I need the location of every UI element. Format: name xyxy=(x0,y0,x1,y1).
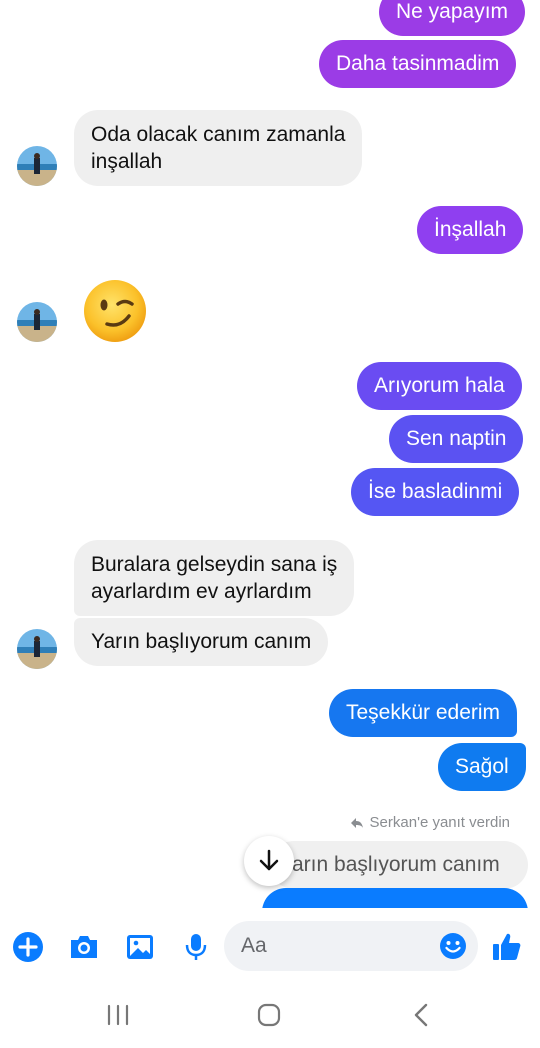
plus-icon[interactable] xyxy=(11,930,45,964)
reply-note-text: Serkan'e yanıt verdin xyxy=(369,814,510,831)
like-icon[interactable] xyxy=(490,930,524,964)
emoji-icon[interactable] xyxy=(439,932,467,960)
message-bubble-out[interactable]: Arıyorum hala xyxy=(357,362,522,410)
chat-thread[interactable]: Ne yapayım Daha tasinmadim Oda olacak ca… xyxy=(0,0,540,908)
message-bubble-out[interactable]: Daha tasinmadim xyxy=(319,40,517,88)
back-icon[interactable] xyxy=(404,1000,438,1030)
avatar[interactable] xyxy=(17,302,57,342)
message-input-placeholder: Aa xyxy=(241,934,267,957)
recent-apps-icon[interactable] xyxy=(101,1000,135,1030)
message-input[interactable]: Aa xyxy=(224,921,478,971)
quoted-reply-bubble[interactable]: arın başlıyorum canım xyxy=(270,841,528,889)
partial-message-bubble[interactable] xyxy=(262,888,528,908)
message-bubble-in[interactable]: Oda olacak canım zamanla inşallah xyxy=(74,110,363,186)
gallery-icon[interactable] xyxy=(123,930,157,964)
message-bubble-out[interactable]: Sen naptin xyxy=(389,415,524,463)
camera-icon[interactable] xyxy=(67,930,101,964)
message-bubble-out[interactable]: Ne yapayım xyxy=(379,0,526,36)
message-bubble-out[interactable]: İnşallah xyxy=(417,206,524,254)
message-bubble-out[interactable]: İse basladinmi xyxy=(351,468,520,516)
composer-bar: Aa xyxy=(0,908,540,984)
home-icon[interactable] xyxy=(252,1000,286,1030)
scroll-to-bottom-button[interactable] xyxy=(244,836,294,886)
message-bubble-in[interactable]: Yarın başlıyorum canım xyxy=(74,618,329,666)
avatar[interactable] xyxy=(17,629,57,669)
message-bubble-in[interactable]: Buralara gelseydin sana iş ayarlardım ev… xyxy=(74,540,355,616)
microphone-icon[interactable] xyxy=(179,930,213,964)
system-navigation-bar xyxy=(0,984,540,1048)
wink-emoji-icon[interactable] xyxy=(82,278,148,344)
message-bubble-out[interactable]: Sağol xyxy=(438,743,526,791)
reply-icon xyxy=(350,817,363,828)
avatar[interactable] xyxy=(17,146,57,186)
arrow-down-icon xyxy=(259,849,279,871)
reply-note: Serkan'e yanıt verdin xyxy=(350,814,510,831)
message-bubble-out[interactable]: Teşekkür ederim xyxy=(329,689,518,737)
